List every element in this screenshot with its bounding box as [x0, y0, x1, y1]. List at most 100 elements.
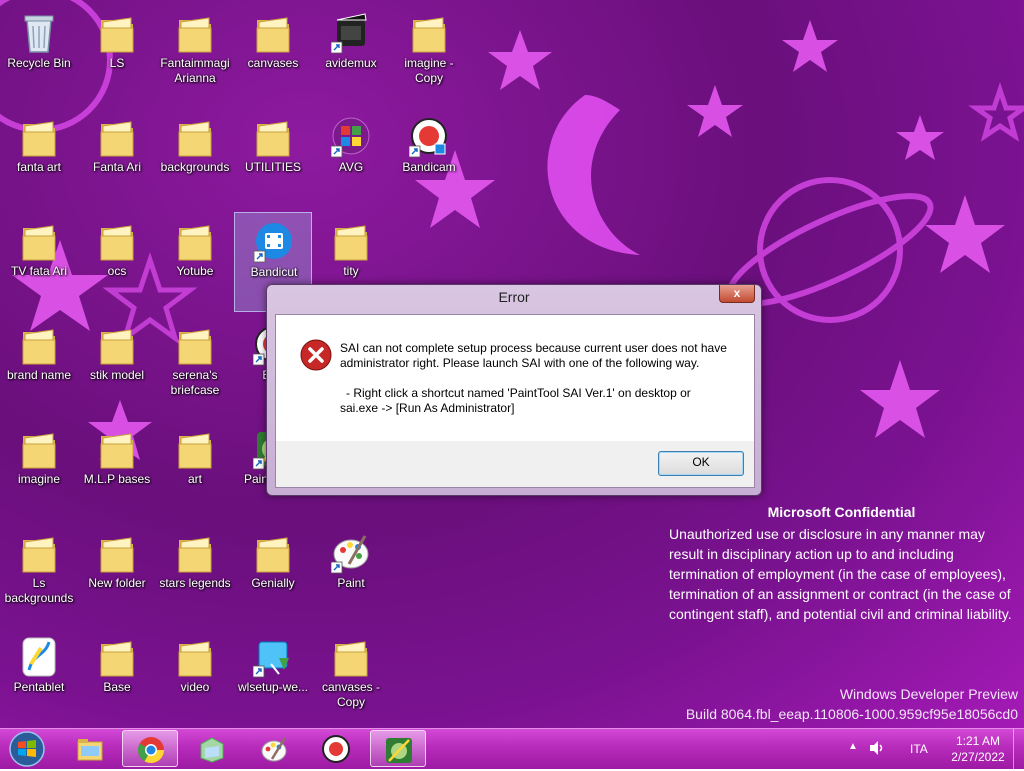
folder-icon: [178, 121, 212, 157]
desktop-icon[interactable]: Fantaimmagi Arianna: [156, 4, 234, 104]
desktop-icon[interactable]: Yotube: [156, 212, 234, 312]
folder-icon: [22, 433, 56, 469]
folder-icon: [100, 121, 134, 157]
desktop-icon-label: TV fata Ari: [10, 264, 68, 278]
folder-icon: [100, 329, 134, 365]
desktop-icon-label: imagine: [17, 472, 61, 486]
start-button[interactable]: [4, 730, 50, 768]
folder-icon: [22, 537, 56, 573]
folder-icon: [178, 433, 212, 469]
error-dialog: Error x SAI can not complete setup proce…: [266, 284, 762, 496]
desktop-icon[interactable]: UTILITIES: [234, 108, 312, 208]
show-desktop-button[interactable]: [1013, 729, 1024, 769]
desktop-icon[interactable]: TV fata Ari: [0, 212, 78, 312]
folder-icon: [178, 641, 212, 677]
desktop-icon[interactable]: art: [156, 420, 234, 520]
message-line: SAI can not complete setup process becau…: [340, 341, 727, 355]
desktop-icon[interactable]: Ls backgrounds: [0, 524, 78, 624]
app-icon: [200, 737, 224, 763]
taskbar: ▲ ITA 1:21 AM 2/27/2022: [0, 728, 1024, 769]
desktop-icon-label: UTILITIES: [244, 160, 301, 174]
desktop-icon-label: Yotube: [176, 264, 214, 278]
taskbar-bandicam-button[interactable]: [308, 730, 364, 767]
folder-icon: [100, 641, 134, 677]
desktop-icon-label: art: [187, 472, 202, 486]
folder-icon: [256, 121, 290, 157]
dialog-body: SAI can not complete setup process becau…: [275, 314, 755, 442]
desktop-icon-label: backgrounds: [160, 160, 230, 174]
taskbar-unknown-app-button[interactable]: [184, 730, 240, 767]
desktop-icon-label: LS: [109, 56, 125, 70]
windows-logo-icon: [9, 731, 45, 767]
desktop-icon-label: Bandicam: [402, 160, 456, 174]
folder-icon: [100, 225, 134, 261]
folder-icon: [100, 17, 134, 53]
folder-icon: [334, 225, 368, 261]
dialog-message: SAI can not complete setup process becau…: [340, 341, 740, 416]
confidential-notice: Microsoft Confidential Unauthorized use …: [669, 504, 1014, 624]
ok-button[interactable]: OK: [658, 451, 744, 476]
desktop-icon[interactable]: video: [156, 628, 234, 728]
desktop-icon[interactable]: M.L.P bases: [78, 420, 156, 520]
desktop-icon[interactable]: Recycle Bin: [0, 4, 78, 104]
volume-icon[interactable]: [868, 740, 886, 756]
desktop-icon-label: AVG: [338, 160, 364, 174]
desktop-icon[interactable]: fanta art: [0, 108, 78, 208]
desktop-icon[interactable]: canvases - Copy: [312, 628, 390, 728]
desktop-icon[interactable]: canvases: [234, 4, 312, 104]
desktop-icon-label: Base: [103, 680, 131, 694]
folder-icon: [256, 537, 290, 573]
desktop-icon-label: New folder: [88, 576, 146, 590]
folder-icon: [178, 537, 212, 573]
taskbar-chrome-button[interactable]: [122, 730, 178, 767]
desktop-icon[interactable]: backgrounds: [156, 108, 234, 208]
desktop-icon[interactable]: New folder: [78, 524, 156, 624]
avg-icon: [331, 117, 370, 158]
recycle-bin-icon: [24, 15, 54, 53]
build-watermark: Windows Developer Preview Build 8064.fbl…: [686, 684, 1018, 724]
taskbar-paint-button[interactable]: [246, 730, 302, 767]
folder-icon: [334, 641, 368, 677]
desktop-icon-label: canvases: [247, 56, 299, 70]
language-indicator[interactable]: ITA: [910, 742, 928, 756]
desktop-icon[interactable]: Bandicam: [390, 108, 468, 208]
dialog-close-button[interactable]: x: [719, 285, 755, 303]
desktop-icon[interactable]: wlsetup-we...: [234, 628, 312, 728]
desktop-icon[interactable]: Pentablet: [0, 628, 78, 728]
bandicut-icon: [254, 223, 292, 263]
desktop-icon[interactable]: imagine - Copy: [390, 4, 468, 104]
wlsetup-icon: [253, 641, 289, 678]
system-tray: ▲ ITA 1:21 AM 2/27/2022: [834, 729, 1024, 769]
desktop-icon[interactable]: ocs: [78, 212, 156, 312]
desktop-icon[interactable]: avidemux: [312, 4, 390, 104]
desktop-icon-label: serena's briefcase: [170, 368, 220, 397]
taskbar-explorer-button[interactable]: [62, 730, 118, 767]
desktop-icon[interactable]: stars legends: [156, 524, 234, 624]
desktop-icon[interactable]: AVG: [312, 108, 390, 208]
dialog-title: Error: [498, 289, 530, 305]
desktop-icon-label: Fantaimmagi Arianna: [160, 56, 230, 85]
desktop-icon[interactable]: Paint: [312, 524, 390, 624]
desktop-icon[interactable]: brand name: [0, 316, 78, 416]
desktop-icon[interactable]: stik model: [78, 316, 156, 416]
build-label: Build 8064.fbl_eeap.110806-1000.959cf95e…: [685, 706, 1018, 722]
desktop-icon[interactable]: Genially: [234, 524, 312, 624]
clock[interactable]: 1:21 AM 2/27/2022: [942, 733, 1014, 765]
desktop-icon-label: Pentablet: [13, 680, 65, 694]
file-explorer-icon: [77, 739, 103, 761]
desktop-icon-label: Bandicut: [250, 265, 298, 279]
folder-icon: [178, 225, 212, 261]
desktop-icon[interactable]: serena's briefcase: [156, 316, 234, 416]
avidemux-icon: [331, 13, 367, 54]
show-hidden-icons-button[interactable]: ▲: [848, 741, 858, 752]
desktop-icon[interactable]: Base: [78, 628, 156, 728]
desktop-icon[interactable]: imagine: [0, 420, 78, 520]
taskbar-painttool-sai-button[interactable]: [370, 730, 426, 767]
folder-icon: [22, 225, 56, 261]
message-line: - Right click a shortcut named 'PaintToo…: [346, 386, 691, 400]
desktop-icon[interactable]: Fanta Ari: [78, 108, 156, 208]
desktop-icon-label: brand name: [6, 368, 72, 382]
paint-icon: [331, 535, 369, 574]
desktop-icon-label: Paint: [337, 576, 365, 590]
desktop-icon[interactable]: LS: [78, 4, 156, 104]
